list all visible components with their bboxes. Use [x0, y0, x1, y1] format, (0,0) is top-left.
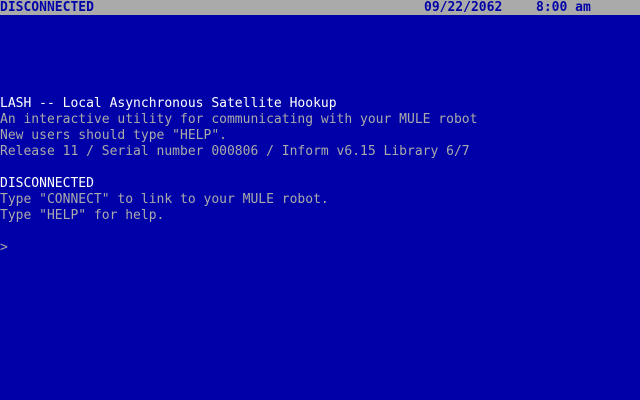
command-prompt[interactable]: > [0, 240, 640, 256]
connect-hint: Type "CONNECT" to link to your MULE robo… [0, 192, 329, 207]
prompt-symbol: > [0, 240, 8, 255]
banner-description: An interactive utility for communicating… [0, 112, 478, 127]
command-input[interactable] [7, 240, 608, 256]
state-heading: DISCONNECTED [0, 176, 94, 191]
status-connection: DISCONNECTED [0, 0, 94, 15]
banner-hint: New users should type "HELP". [0, 128, 227, 143]
status-time: 8:00 am [536, 0, 591, 15]
banner-release: Release 11 / Serial number 000806 / Info… [0, 144, 470, 159]
status-bar: DISCONNECTED 09/22/2062 8:00 am [0, 0, 640, 15]
banner-title: LASH -- Local Asynchronous Satellite Hoo… [0, 96, 337, 111]
status-date: 09/22/2062 [424, 0, 503, 15]
game-transcript: LASH -- Local Asynchronous Satellite Hoo… [0, 96, 640, 256]
help-hint: Type "HELP" for help. [0, 208, 165, 223]
